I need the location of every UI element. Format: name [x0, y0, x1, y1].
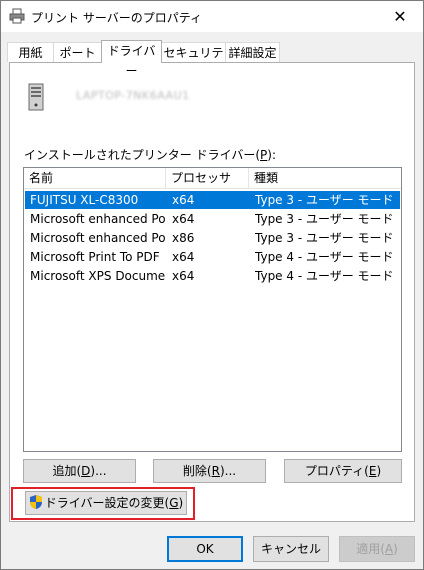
server-name: LAPTOP-7NK6AAU1 [76, 89, 190, 102]
apply-button[interactable]: 適用(A) [339, 536, 415, 562]
label-text: ): [267, 148, 277, 162]
column-header-type[interactable]: 種類 [249, 168, 401, 188]
table-row[interactable]: Microsoft enhanced Poi... x86 Type 3 - ユ… [25, 229, 400, 247]
button-label: 追加( [52, 464, 82, 478]
tab-advanced[interactable]: 詳細設定 [225, 42, 280, 62]
driver-name: FUJITSU XL-C8300 [30, 193, 139, 207]
driver-name: Microsoft enhanced Poi... [30, 212, 165, 226]
tab-security[interactable]: セキュリティ [161, 42, 226, 80]
button-label: プロパティ( [304, 464, 369, 478]
tab-ports[interactable]: ポート [53, 42, 102, 62]
button-label: 適用( [356, 542, 385, 556]
column-header-processor[interactable]: プロセッサ [166, 168, 249, 188]
tab-drivers[interactable]: ドライバー [101, 40, 162, 78]
cancel-button[interactable]: キャンセル [253, 536, 329, 562]
button-label: 削除( [182, 464, 212, 478]
close-icon: ✕ [393, 7, 407, 26]
driver-type: Type 3 - ユーザー モード [255, 212, 394, 226]
window-title: プリント サーバーのプロパティ [31, 11, 202, 25]
properties-button[interactable]: プロパティ(E) [284, 459, 402, 483]
drivers-list[interactable]: 名前 プロセッサ 種類 FUJITSU XL-C8300 x64 Type 3 … [23, 167, 402, 452]
driver-type: Type 3 - ユーザー モード [255, 193, 394, 207]
ok-button[interactable]: OK [167, 536, 243, 562]
column-header-name[interactable]: 名前 [24, 168, 166, 188]
tab-paper[interactable]: 用紙 [7, 42, 54, 62]
drivers-list-label: インストールされたプリンター ドライバー(P): [24, 146, 276, 163]
button-label: )... [90, 464, 107, 478]
dialog-window: プリント サーバーのプロパティ ✕ 用紙 ポート ドライバー セキュリティ 詳細… [0, 0, 424, 570]
driver-type: Type 4 - ユーザー モード [255, 250, 394, 264]
title-bar: プリント サーバーのプロパティ ✕ [1, 1, 423, 32]
driver-type: Type 3 - ユーザー モード [255, 231, 394, 245]
driver-processor: x64 [172, 193, 195, 207]
driver-processor: x64 [172, 250, 195, 264]
tab-label: 詳細設定 [228, 46, 277, 60]
table-row[interactable]: Microsoft XPS Documen... x64 Type 4 - ユー… [25, 267, 400, 285]
server-icon [28, 83, 44, 111]
printer-icon [9, 8, 25, 24]
remove-button[interactable]: 削除(R)... [153, 459, 266, 483]
access-key: A [384, 542, 394, 556]
close-button[interactable]: ✕ [377, 1, 423, 32]
driver-type: Type 4 - ユーザー モード [255, 269, 394, 283]
tab-label: ポート [59, 46, 96, 60]
table-row[interactable]: FUJITSU XL-C8300 x64 Type 3 - ユーザー モード [25, 191, 400, 209]
label-text: インストールされたプリンター ドライバー( [24, 148, 261, 162]
access-key: R [211, 464, 220, 478]
driver-name: Microsoft XPS Documen... [30, 269, 165, 283]
driver-name: Microsoft Print To PDF [30, 250, 160, 264]
button-label: ) [393, 542, 398, 556]
table-row[interactable]: Microsoft enhanced Poi... x64 Type 3 - ユ… [25, 210, 400, 228]
tab-label: 用紙 [18, 46, 43, 60]
button-label: ) [376, 464, 382, 478]
button-label: )... [219, 464, 237, 478]
table-row[interactable]: Microsoft Print To PDF x64 Type 4 - ユーザー… [25, 248, 400, 266]
add-button[interactable]: 追加(D)... [23, 459, 136, 483]
driver-name: Microsoft enhanced Poi... [30, 231, 165, 245]
drivers-panel: LAPTOP-7NK6AAU1 インストールされたプリンター ドライバー(P):… [9, 62, 415, 522]
highlight-annotation [11, 487, 195, 520]
driver-processor: x64 [172, 212, 195, 226]
driver-processor: x64 [172, 269, 195, 283]
list-header: 名前 プロセッサ 種類 [24, 168, 401, 189]
driver-processor: x86 [172, 231, 195, 245]
